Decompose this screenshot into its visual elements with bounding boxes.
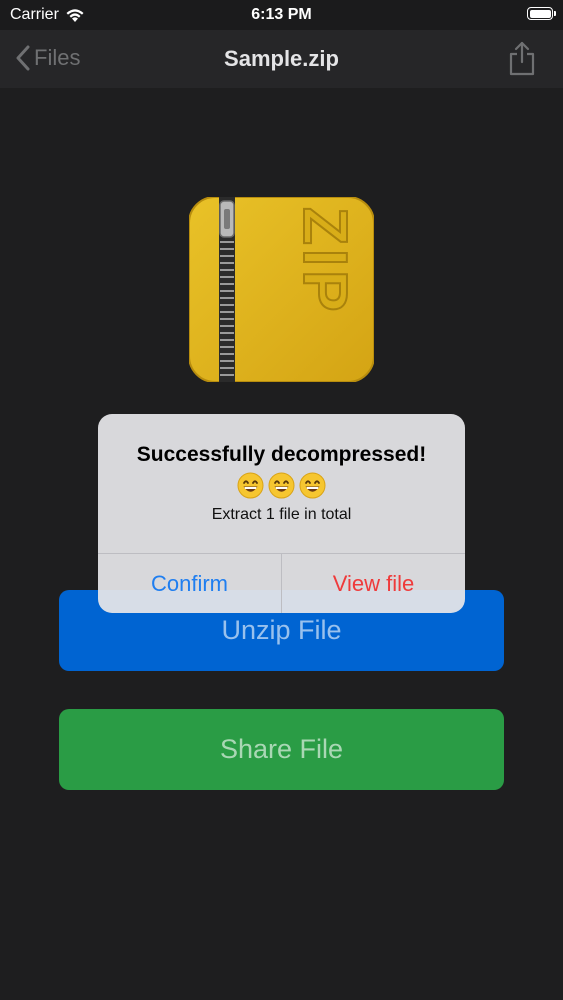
share-icon[interactable]: [507, 40, 537, 76]
grin-emoji-icon: [299, 472, 326, 499]
alert-title: Successfully decompressed!: [136, 443, 427, 466]
grin-emoji-icon: [237, 472, 264, 499]
unzip-file-label: Unzip File: [221, 615, 342, 645]
share-file-label: Share File: [219, 734, 344, 764]
view-file-button[interactable]: View file: [282, 554, 465, 613]
confirm-button-label: Confirm: [150, 570, 228, 596]
battery-icon: [527, 7, 556, 20]
navigation-bar: Files Sample.zip: [0, 30, 563, 88]
alert-emoji-row: 😄😄😄: [98, 472, 465, 499]
page-title: Sample.zip: [224, 46, 339, 71]
success-alert-dialog: Successfully decompressed! 😄😄😄: [98, 414, 465, 613]
zip-icon-label: ZIP: [290, 207, 359, 315]
status-time: 6:13 PM: [251, 6, 312, 23]
share-file-button[interactable]: Share File: [59, 709, 504, 790]
confirm-button[interactable]: Confirm: [98, 554, 281, 613]
app-screen: Carrier 6:13 PM Files Sample.zip ZIP Unz…: [0, 0, 563, 1000]
grin-emoji-icon: [268, 472, 295, 499]
status-bar: Carrier 6:13 PM: [0, 0, 563, 30]
alert-message: Extract 1 file in total: [211, 506, 352, 523]
zip-file-icon: ZIP: [189, 197, 374, 382]
view-file-button-label: View file: [332, 570, 415, 596]
